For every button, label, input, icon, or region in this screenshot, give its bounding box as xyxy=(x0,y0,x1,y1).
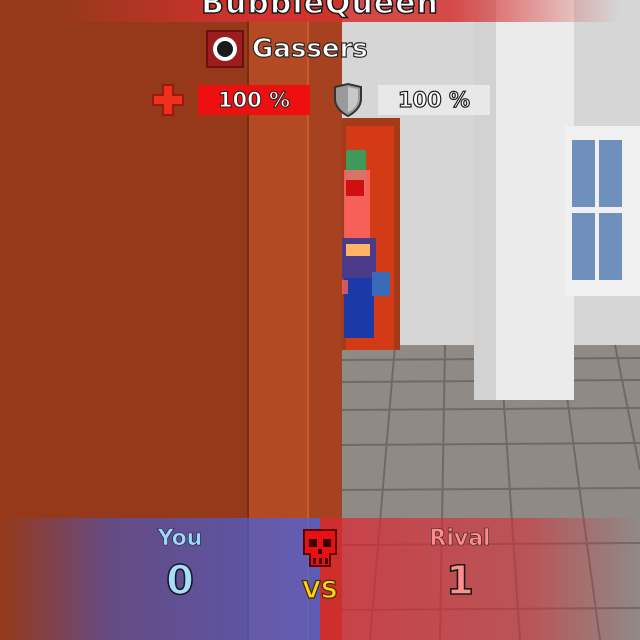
white-pillar xyxy=(474,0,574,400)
you-score: 0 xyxy=(165,557,194,605)
rival-score: 1 xyxy=(445,557,474,605)
health-stat: 100 % xyxy=(150,84,310,116)
shield-icon xyxy=(330,82,366,118)
armor-stat: 100 % xyxy=(330,82,490,118)
target-player-name: BubbleQueen xyxy=(200,0,439,22)
window xyxy=(565,126,640,296)
red-skull-icon xyxy=(298,526,342,570)
you-label: You xyxy=(157,526,203,552)
clan-row: Gassers xyxy=(206,30,368,68)
red-cross-icon xyxy=(150,82,186,118)
enemy-skull-marker xyxy=(346,180,364,196)
rival-label: Rival xyxy=(429,526,491,552)
armor-value: 100 % xyxy=(378,85,490,115)
clan-name: Gassers xyxy=(251,33,368,64)
pinwheel-emblem-icon xyxy=(206,30,244,68)
health-value: 100 % xyxy=(198,85,310,115)
vs-label: VS xyxy=(301,575,338,604)
